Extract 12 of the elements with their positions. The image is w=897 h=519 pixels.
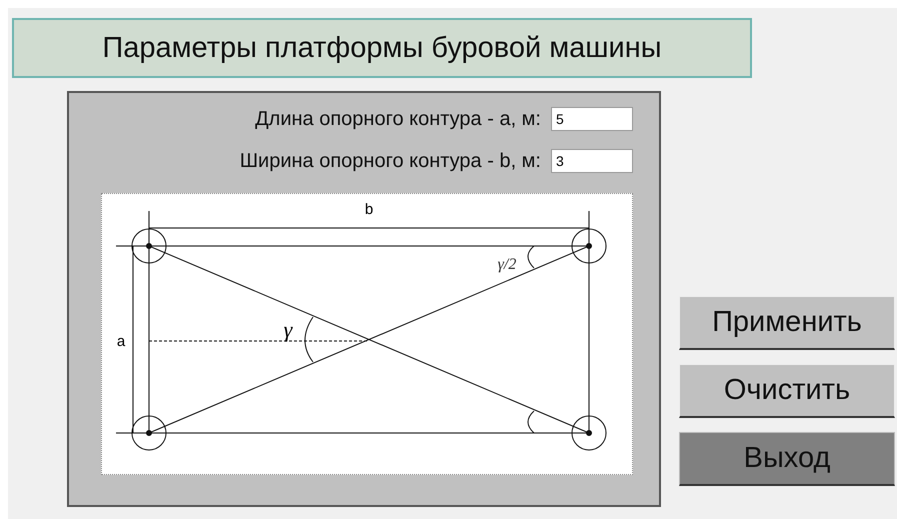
dimension-label: a <box>116 333 126 350</box>
dimension-label: b <box>364 201 374 218</box>
angle-label: γ/2 <box>498 256 516 273</box>
angle-label: γ <box>284 317 292 342</box>
form-title: Параметры платформы буровой машины <box>12 18 752 78</box>
field-label: Ширина опорного контура - b, м: <box>240 150 541 172</box>
action-button[interactable]: Очистить <box>679 364 895 418</box>
action-button[interactable]: Применить <box>679 296 895 350</box>
input-field[interactable]: 5 <box>551 107 633 131</box>
field-label: Длина опорного контура - a, м: <box>255 108 541 130</box>
input-field[interactable]: 3 <box>551 149 633 173</box>
action-button[interactable]: Выход <box>679 432 895 486</box>
